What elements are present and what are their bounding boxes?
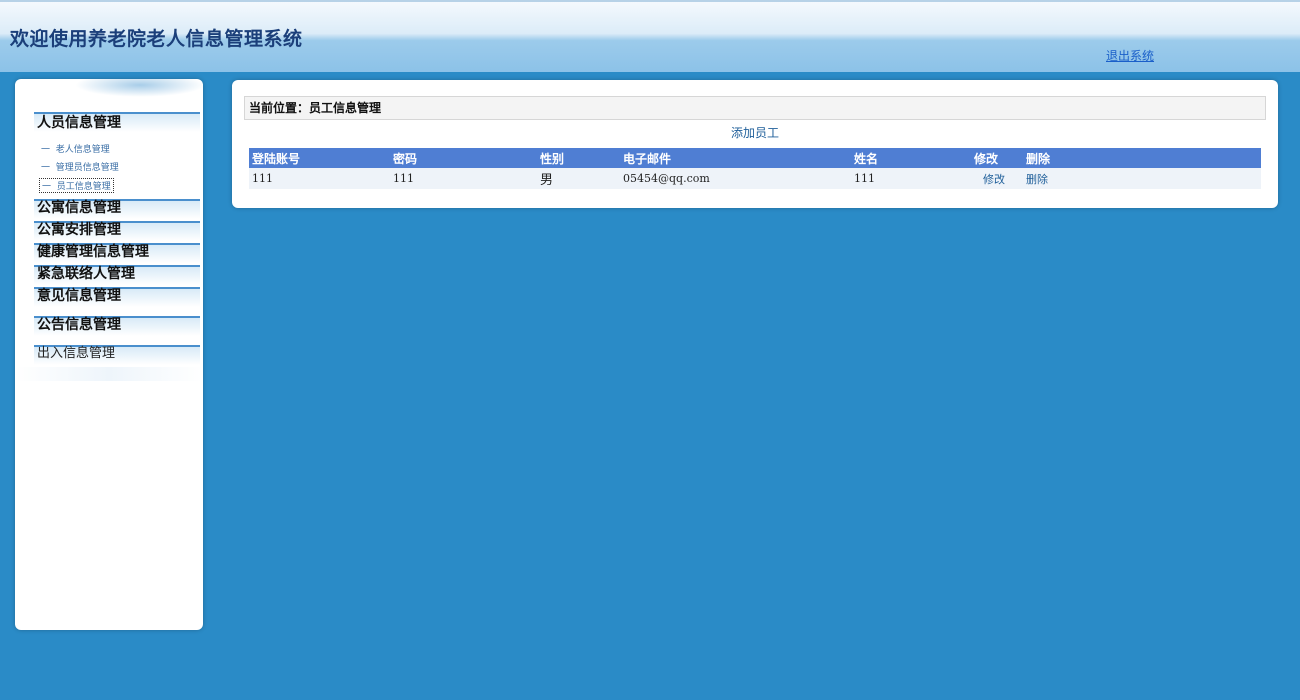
menu-group-announcement[interactable]: 公告信息管理 (34, 316, 200, 336)
sub-item-prefix: 一 (41, 145, 51, 155)
cell-password: 111 (390, 168, 537, 189)
cell-name: 111 (851, 168, 971, 189)
add-staff-link: 添加员工 (232, 124, 1278, 141)
sub-item-label: 员工信息管理 (56, 182, 111, 192)
menu-group-access-records[interactable]: 出入信息管理 (34, 345, 200, 365)
column-header-gender: 性别 (537, 148, 620, 168)
logout-link[interactable]: 退出系统 (1106, 47, 1154, 64)
column-header-edit: 修改 (971, 148, 1023, 168)
delete-link[interactable]: 删除 (1023, 168, 1261, 189)
app-title: 欢迎使用养老院老人信息管理系统 (10, 28, 303, 50)
sidebar-divider (15, 367, 203, 381)
column-header-name: 姓名 (851, 148, 971, 168)
sidebar-decoration (75, 79, 203, 97)
edit-link[interactable]: 修改 (971, 168, 1023, 189)
sidebar-item-staff-info[interactable]: 一 员工信息管理 (39, 178, 114, 193)
menu-group-health[interactable]: 健康管理信息管理 (34, 243, 200, 263)
column-header-delete: 删除 (1023, 148, 1261, 168)
menu-group-apartment-arrangement[interactable]: 公寓安排管理 (34, 221, 200, 241)
content-panel: 当前位置：员工信息管理 添加员工 登陆账号 密码 性别 电子邮件 姓名 修改 删… (232, 80, 1278, 208)
sub-item-label: 老人信息管理 (55, 145, 110, 155)
menu-group-personnel[interactable]: 人员信息管理 (34, 112, 200, 132)
sidebar-item-elderly-info[interactable]: 一 老人信息管理 (41, 142, 110, 155)
cell-email: 05454@qq.com (620, 168, 851, 189)
sub-item-prefix: 一 (42, 182, 52, 192)
column-header-account: 登陆账号 (249, 148, 390, 168)
sub-item-label: 管理员信息管理 (55, 163, 119, 173)
table-row: 111 111 男 05454@qq.com 111 修改 删除 (249, 168, 1261, 189)
menu-group-feedback[interactable]: 意见信息管理 (34, 287, 200, 307)
column-header-password: 密码 (390, 148, 537, 168)
column-header-email: 电子邮件 (620, 148, 851, 168)
menu-group-apartment-info[interactable]: 公寓信息管理 (34, 199, 200, 219)
table-header-row: 登陆账号 密码 性别 电子邮件 姓名 修改 删除 (249, 148, 1261, 168)
cell-gender: 男 (537, 168, 620, 189)
breadcrumb: 当前位置：员工信息管理 (244, 96, 1266, 120)
add-staff-button[interactable]: 添加员工 (731, 126, 779, 140)
sub-item-prefix: 一 (41, 163, 51, 173)
header-bar: 欢迎使用养老院老人信息管理系统 退出系统 (0, 0, 1300, 72)
sidebar-item-admin-info[interactable]: 一 管理员信息管理 (41, 160, 119, 173)
sidebar: 人员信息管理 一 老人信息管理 一 管理员信息管理 一 员工信息管理 公寓信息管… (15, 79, 203, 630)
menu-group-emergency-contact[interactable]: 紧急联络人管理 (34, 265, 200, 285)
cell-account: 111 (249, 168, 390, 189)
staff-table: 登陆账号 密码 性别 电子邮件 姓名 修改 删除 111 111 男 05454… (249, 148, 1261, 189)
